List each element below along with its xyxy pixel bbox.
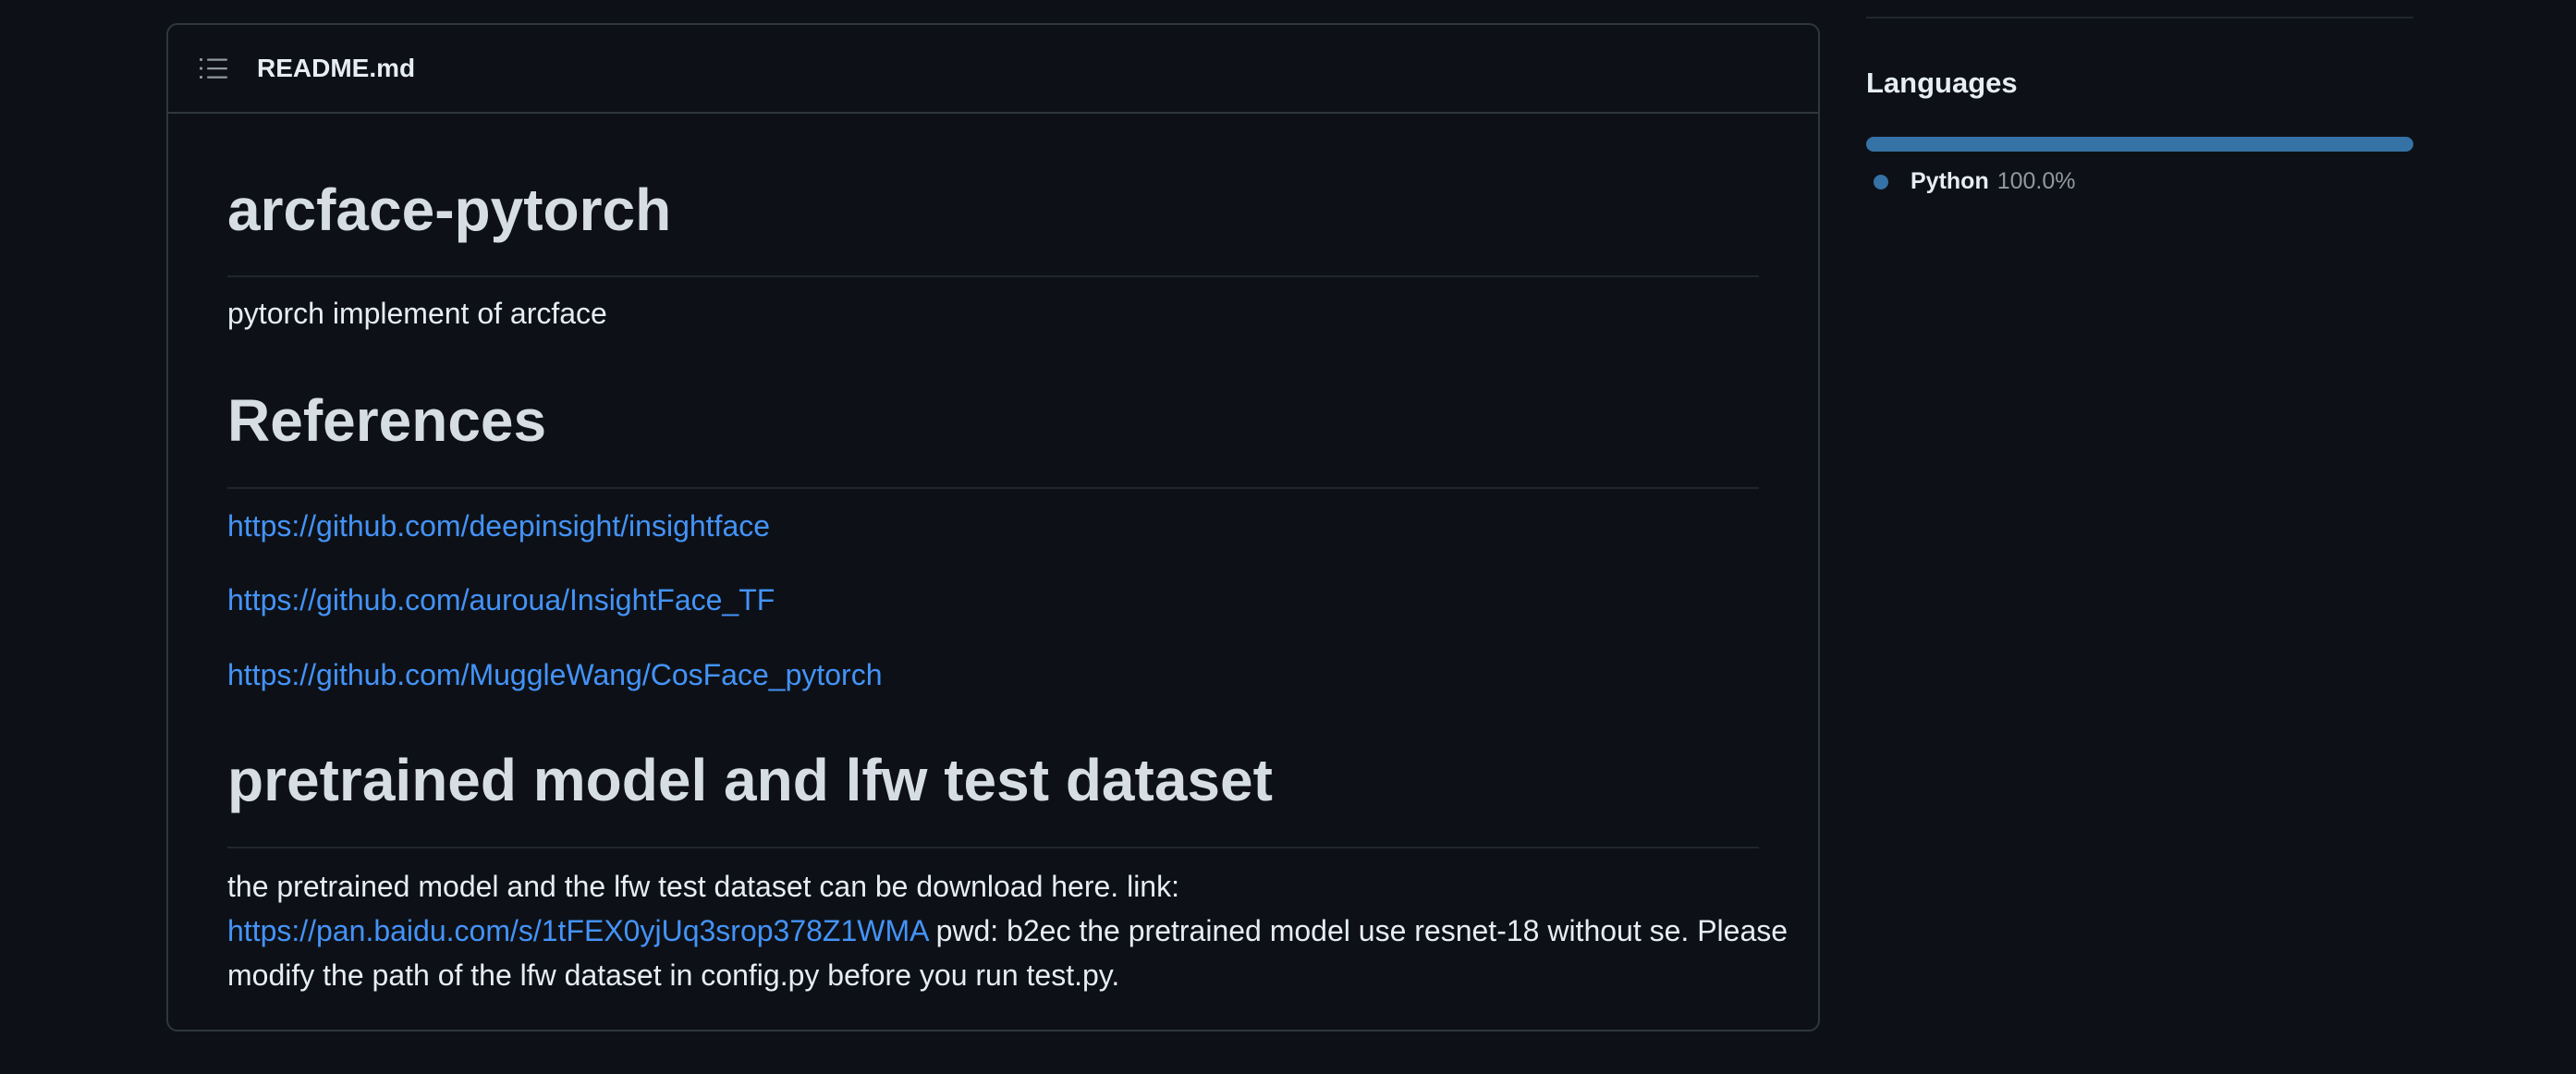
readme-header: README.md — [168, 25, 1818, 114]
heading-divider — [227, 847, 1759, 848]
language-bar — [1866, 137, 2413, 152]
reference-link-cosface[interactable]: https://github.com/MuggleWang/CosFace_py… — [227, 653, 883, 697]
languages-title: Languages — [1866, 67, 2018, 99]
language-bar-python — [1866, 137, 2413, 152]
language-percent: 100.0% — [1996, 168, 2076, 194]
language-item-python[interactable]: Python 100.0% — [1874, 168, 2076, 195]
language-name: Python — [1911, 168, 1989, 194]
readme-filename[interactable]: README.md — [257, 54, 415, 83]
reference-link-insightface-tf[interactable]: https://github.com/auroua/InsightFace_TF — [227, 578, 775, 622]
pretrained-paragraph: the pretrained model and the lfw test da… — [227, 864, 1789, 997]
heading-divider — [227, 487, 1759, 489]
reference-link-insightface[interactable]: https://github.com/deepinsight/insightfa… — [227, 504, 770, 548]
list-unordered-icon[interactable] — [200, 56, 227, 80]
language-color-dot — [1874, 174, 1888, 189]
pretrained-text-intro: the pretrained model and the lfw test da… — [227, 870, 1179, 903]
heading-divider — [227, 275, 1759, 277]
page: README.md arcface-pytorch pytorch implem… — [0, 0, 2576, 1074]
readme-box: README.md arcface-pytorch pytorch implem… — [166, 23, 1820, 1031]
sidebar-divider — [1866, 17, 2413, 18]
pretrained-heading: pretrained model and lfw test dataset — [227, 747, 1273, 813]
readme-title: arcface-pytorch — [227, 177, 672, 243]
pretrained-download-link[interactable]: https://pan.baidu.com/s/1tFEX0yjUq3srop3… — [227, 914, 928, 947]
references-heading: References — [227, 387, 547, 454]
readme-description: pytorch implement of arcface — [227, 297, 607, 330]
